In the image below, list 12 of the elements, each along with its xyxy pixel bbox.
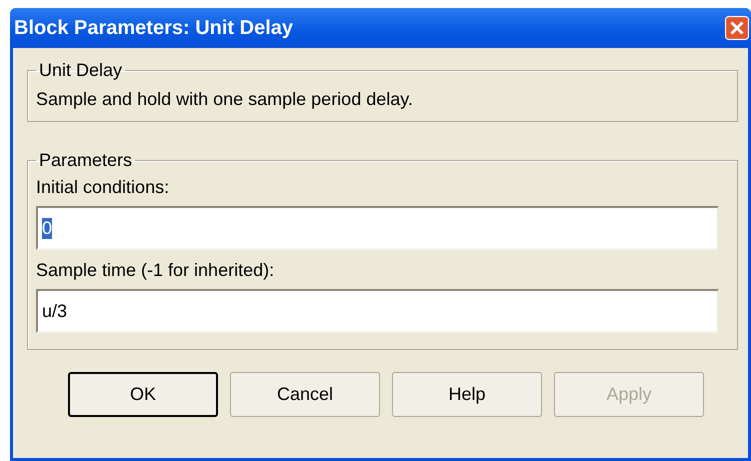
group-title: Parameters bbox=[38, 150, 134, 171]
description-text: Sample and hold with one sample period delay. bbox=[36, 89, 414, 110]
dialog-button[interactable]: Cancel bbox=[230, 372, 380, 417]
close-icon[interactable] bbox=[725, 16, 749, 40]
field-label: Initial conditions: bbox=[36, 177, 170, 198]
input-field[interactable]: u/3 bbox=[36, 289, 719, 333]
window-title: Block Parameters: Unit Delay bbox=[14, 16, 294, 40]
dialog-button[interactable]: Help bbox=[392, 372, 542, 417]
dialog-button[interactable]: OK bbox=[68, 372, 218, 417]
group-title: Unit Delay bbox=[38, 60, 124, 81]
field-label: Sample time (-1 for inherited): bbox=[36, 260, 276, 281]
input-field[interactable]: 0 bbox=[36, 206, 719, 250]
